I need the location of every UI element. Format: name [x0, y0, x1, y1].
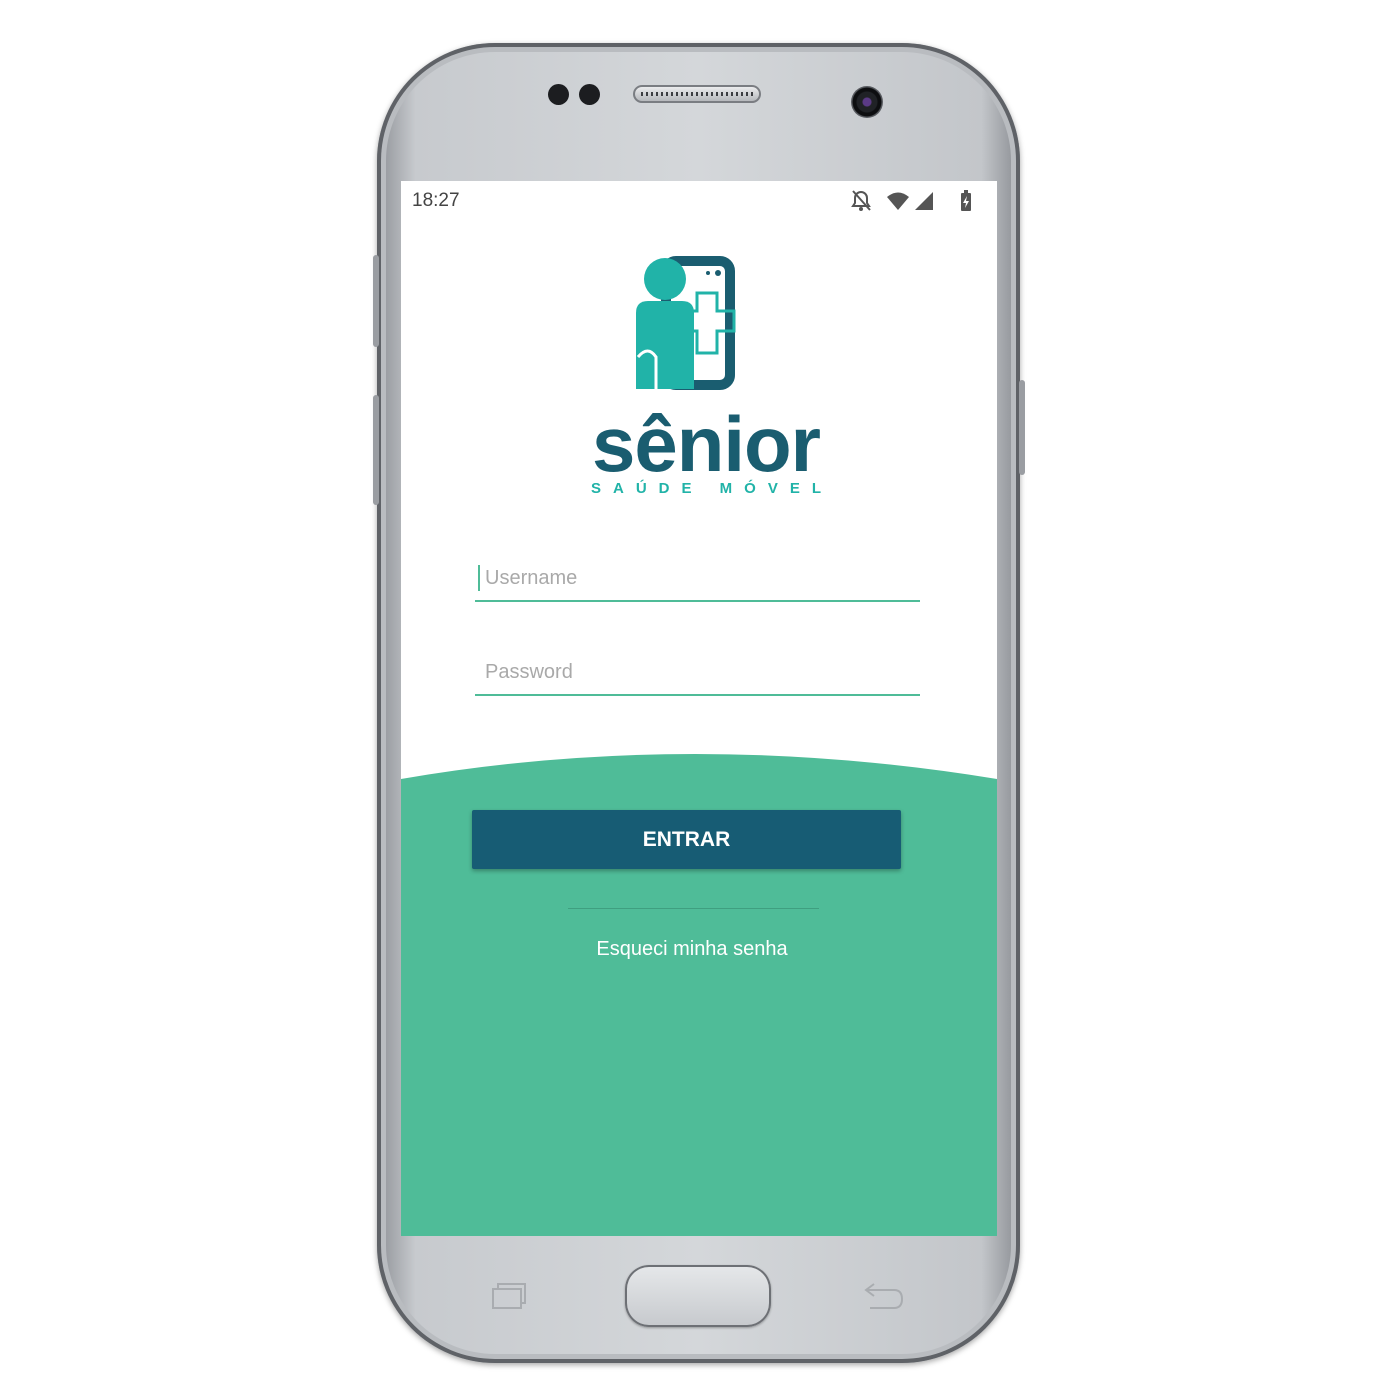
- brand-tagline: SAÚDE MÓVEL: [590, 480, 833, 497]
- sensor-dot: [548, 84, 569, 105]
- front-camera: [851, 86, 883, 118]
- username-field[interactable]: [475, 560, 940, 602]
- power-button: [1019, 380, 1025, 475]
- volume-up-button: [373, 255, 379, 347]
- forgot-password-link[interactable]: Esqueci minha senha: [401, 938, 983, 961]
- password-field[interactable]: [475, 654, 940, 696]
- person-tablet-icon: [636, 256, 736, 390]
- home-button[interactable]: [625, 1265, 771, 1327]
- volume-down-button: [373, 395, 379, 505]
- username-input[interactable]: [475, 560, 940, 596]
- status-time: 18:27: [412, 190, 460, 211]
- text-cursor: [478, 565, 480, 591]
- wifi-icon: [887, 192, 909, 210]
- back-icon[interactable]: [862, 1280, 906, 1312]
- earpiece-speaker: [633, 85, 761, 103]
- battery-charging-icon: [961, 190, 971, 211]
- recent-apps-icon[interactable]: [491, 1282, 527, 1310]
- app-logo: sênior SAÚDE MÓVEL: [556, 253, 856, 503]
- brand-name: sênior: [591, 400, 821, 488]
- signal-icon: [915, 192, 933, 210]
- sensor-dot: [579, 84, 600, 105]
- app-screen: 18:27 sênior SAÚDE MÓVEL Username ENTRAR…: [401, 181, 997, 1236]
- password-input[interactable]: [475, 654, 940, 690]
- divider: [568, 908, 819, 909]
- status-icons: [851, 190, 971, 211]
- login-button[interactable]: ENTRAR: [472, 810, 901, 869]
- status-bar: 18:27: [401, 181, 997, 221]
- notifications-off-icon: [851, 190, 871, 211]
